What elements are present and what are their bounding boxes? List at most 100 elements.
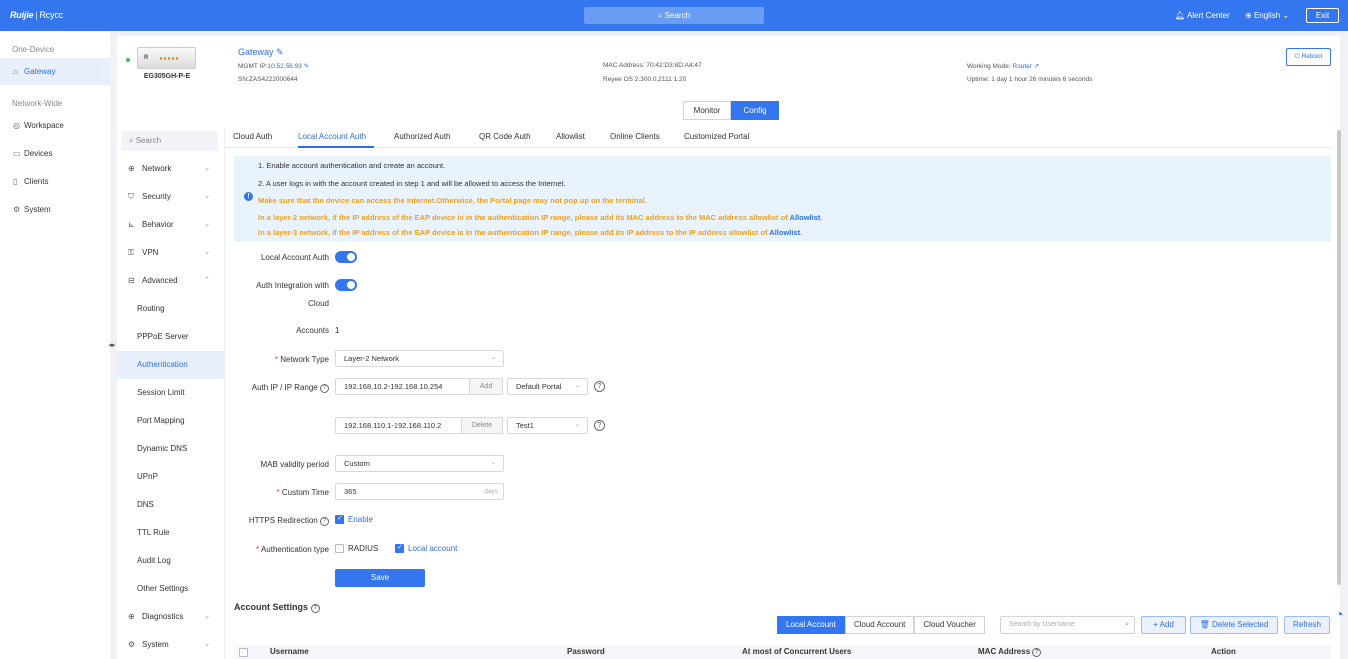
wifi-assistant-icon[interactable]: ◔ (1335, 606, 1348, 636)
cloud-voucher-tab[interactable]: Cloud Voucher (914, 616, 985, 634)
submenu-routing[interactable]: Routing (117, 295, 224, 323)
ip-range-input-2[interactable]: 192.168.110.1-192.168.110.2 (335, 417, 462, 434)
custom-time-label-text: Custom Time (281, 488, 329, 497)
tab-online-clients[interactable]: Online Clients (610, 132, 660, 141)
edit-icon[interactable]: ✎ (304, 63, 309, 70)
help-icon[interactable]: ? (320, 517, 329, 526)
submenu-ttl-rule[interactable]: TTL Rule (117, 519, 224, 547)
language-selector[interactable]: ⊕ English ⌄ (1245, 10, 1289, 21)
delete-selected-button[interactable]: 🗑︎ Delete Selected (1190, 616, 1278, 634)
radius-label: RADIUS (348, 544, 379, 553)
local-account-checkbox[interactable] (395, 543, 404, 553)
network-type-select[interactable]: Layer-2 Network ⌄ (335, 350, 504, 367)
allowlist-link[interactable]: Allowlist (769, 228, 800, 237)
tab-allowlist[interactable]: Allowlist (556, 132, 585, 141)
cloud-account-tab[interactable]: Cloud Account (844, 616, 915, 634)
ip-range-value-2: 192.168.110.1-192.168.110.2 (344, 421, 442, 430)
submenu-advanced[interactable]: ⊟ Advanced ⌃ (117, 267, 224, 295)
submenu-label: Security (142, 192, 171, 201)
chevron-down-icon: ⌄ (574, 422, 580, 428)
portal-select-2[interactable]: Test1 ⌄ (507, 417, 588, 434)
submenu-search-input[interactable]: ⌕ Search (121, 131, 218, 151)
column-username[interactable]: Username (270, 647, 309, 656)
nav-item-gateway[interactable]: ⌂ Gateway (0, 58, 110, 85)
tab-customized-portal[interactable]: Customized Portal (684, 132, 749, 141)
chevron-down-icon: ⌄ (574, 383, 580, 389)
edit-icon[interactable]: ✎ (276, 47, 284, 57)
add-account-button[interactable]: + Add (1141, 616, 1186, 634)
help-icon[interactable]: ? (320, 384, 329, 393)
device-image: R (137, 47, 196, 69)
submenu-upnp[interactable]: UPnP (117, 463, 224, 491)
select-all-checkbox[interactable] (239, 648, 248, 657)
accounts-label: Accounts (296, 326, 329, 335)
submenu-network[interactable]: ⊕ Network ⌄ (117, 155, 224, 183)
https-redirection-label: HTTPS Redirection ? (249, 516, 329, 526)
help-icon[interactable]: ? (594, 420, 605, 431)
portal-value-1: Default Portal (516, 382, 562, 391)
auth-integration-label-2: Cloud (308, 299, 329, 308)
config-button[interactable]: Config (731, 101, 779, 120)
submenu-diagnostics[interactable]: ⊕ Diagnostics ⌄ (117, 603, 224, 631)
top-bar: Ruijie | Rcycc ⌕ Search 🔔︎ Alert Center ⊕ … (0, 0, 1348, 31)
chevron-down-icon: ⌄ (204, 221, 210, 228)
ip-range-input-1[interactable]: 192.168.10.2-192.168.10.254 (335, 378, 470, 395)
help-icon[interactable]: ? (1032, 648, 1042, 657)
https-redirection-checkbox[interactable] (335, 514, 344, 524)
exit-button[interactable]: Exit (1306, 8, 1339, 23)
allowlist-link[interactable]: Allowlist (790, 213, 821, 222)
tab-authorized-auth[interactable]: Authorized Auth (394, 132, 450, 141)
notice-warning-3-text: In a layer-3 network, if the IP address … (258, 228, 768, 237)
nav-item-clients[interactable]: ▯ Clients (0, 168, 110, 195)
working-mode-link[interactable]: Router (1012, 63, 1032, 70)
alert-center-link[interactable]: 🔔︎ Alert Center (1175, 10, 1230, 21)
tab-cloud-auth[interactable]: Cloud Auth (233, 132, 272, 141)
radius-checkbox[interactable] (335, 544, 344, 553)
submenu-other-settings[interactable]: Other Settings (117, 575, 224, 603)
submenu-port-mapping[interactable]: Port Mapping (117, 407, 224, 435)
mode-switch: Monitor Config (683, 101, 779, 120)
help-icon[interactable]: ? (310, 604, 320, 613)
notice-warning-1: Make sure that the device can access the… (258, 196, 647, 205)
submenu-pppoe-server[interactable]: PPPoE Server (117, 323, 224, 351)
local-account-auth-toggle[interactable] (335, 251, 357, 263)
mab-validity-select[interactable]: Custom ⌄ (335, 455, 504, 472)
submenu-behavior[interactable]: ⊾ Behavior ⌄ (117, 211, 224, 239)
submenu-label: System (142, 640, 169, 649)
custom-time-input[interactable]: 365 days (335, 483, 504, 500)
submenu-security[interactable]: ⛉ Security ⌄ (117, 183, 224, 211)
refresh-button[interactable]: Refresh (1284, 616, 1330, 634)
mgmt-ip-link[interactable]: 10.52.56.93 (268, 63, 302, 70)
gear-icon: ⚙︎ (13, 205, 21, 214)
nav-item-system[interactable]: ⚙︎ System (0, 196, 110, 223)
delete-ip-range-button[interactable]: Delete (461, 417, 503, 434)
custom-time-value: 365 (344, 487, 357, 496)
tab-qr-code-auth[interactable]: QR Code Auth (479, 132, 531, 141)
username-search-input[interactable]: Search by Username ⌕ (1000, 616, 1135, 634)
auth-integration-toggle[interactable] (335, 279, 357, 291)
collapse-sidebar-handle[interactable]: ◂▸ (104, 340, 120, 352)
submenu-dns[interactable]: DNS (117, 491, 224, 519)
portal-select-1[interactable]: Default Portal ⌄ (507, 378, 588, 395)
nav-item-workspace[interactable]: ◎ Workspace (0, 112, 110, 139)
save-button[interactable]: Save (335, 569, 425, 587)
submenu-authentication[interactable]: Authentication (117, 351, 224, 379)
submenu-system[interactable]: ⚙︎ System ⌄ (117, 631, 224, 659)
delete-selected-label: Delete Selected (1211, 620, 1269, 629)
submenu-vpn[interactable]: ⚿ VPN ⌄ (117, 239, 224, 267)
content-scrollbar[interactable] (1337, 130, 1341, 585)
reboot-button[interactable]: ⏻ Reboot (1286, 48, 1331, 66)
language-label: English (1253, 11, 1281, 20)
submenu-dynamic-dns[interactable]: Dynamic DNS (117, 435, 224, 463)
help-icon[interactable]: ? (594, 381, 605, 392)
submenu-session-limit[interactable]: Session Limit (117, 379, 224, 407)
monitor-button[interactable]: Monitor (683, 101, 731, 120)
add-ip-range-button[interactable]: Add (469, 378, 503, 395)
submenu-audit-log[interactable]: Audit Log (117, 547, 224, 575)
external-link-icon[interactable]: ↗ (1034, 63, 1039, 70)
nav-item-devices[interactable]: ▭ Devices (0, 140, 110, 167)
tab-local-account-auth[interactable]: Local Account Auth (298, 132, 366, 141)
local-account-tab[interactable]: Local Account (777, 616, 845, 634)
device-name[interactable]: Gateway ✎ (238, 47, 284, 58)
global-search[interactable]: ⌕ Search (584, 7, 764, 24)
